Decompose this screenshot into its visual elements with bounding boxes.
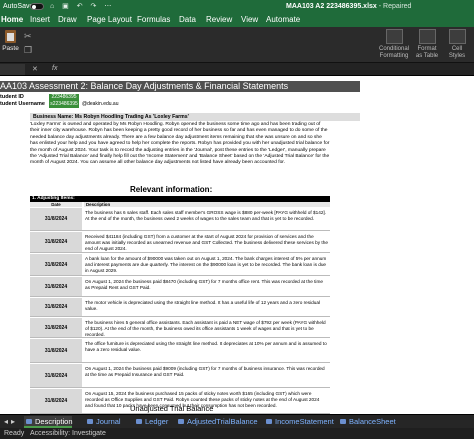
adjustment-description: The business hires 5 general office assi…: [85, 320, 326, 337]
tab-formulas[interactable]: Formulas: [137, 15, 170, 24]
ready-status: Ready: [4, 430, 25, 437]
format-as-table-button[interactable]: Format as Table: [413, 29, 441, 60]
adjustment-date: 31/8/2024: [30, 232, 82, 252]
unadjusted-trial-balance-heading: Unadjusted Trial Balance: [130, 404, 214, 413]
business-name: Business Name: Ms Robyn Hoodling Trading…: [30, 113, 360, 121]
table-row[interactable]: 31/8/2024 A bank loan for the amount of $…: [30, 254, 330, 276]
date-column-header: Date: [30, 202, 82, 207]
adjustment-description: Received $41184 (including GST) from a c…: [85, 234, 328, 251]
status-bar: Ready Accessibility: Investigate: [0, 428, 474, 439]
tab-automate[interactable]: Automate: [266, 15, 300, 24]
student-username-value[interactable]: s223486395: [49, 101, 79, 108]
tab-home[interactable]: Home: [1, 15, 23, 24]
ribbon: Paste ✂ ❐ Conditional Formatting Format …: [0, 27, 474, 63]
table-row[interactable]: 31/8/2024 The motor vehicle is depreciate…: [30, 298, 330, 317]
formula-bar: ✕ fx: [0, 63, 474, 76]
table-icon: [418, 29, 436, 44]
tab-review[interactable]: Review: [206, 15, 232, 24]
adjustment-date: 31/8/2024: [30, 389, 82, 413]
accessibility-status[interactable]: Accessibility: Investigate: [30, 428, 106, 439]
lock-icon: [87, 419, 93, 424]
title-bar: AutoSave ⌂ ▣ ↶ ↷ ⋯ MAA103 A2 223486395.x…: [0, 0, 474, 13]
table-row[interactable]: 31/8/2024 The business hires 5 general of…: [30, 318, 330, 338]
description-column-header: Description: [84, 202, 330, 207]
name-box[interactable]: [0, 64, 25, 75]
conditional-formatting-button[interactable]: Conditional Formatting: [376, 29, 412, 60]
sheet-tab-balance-sheet[interactable]: BalanceSheet: [338, 416, 404, 428]
worksheet[interactable]: AA103 Assessment 2: Balance Day Adjustme…: [0, 76, 474, 414]
tab-insert[interactable]: Insert: [30, 15, 50, 24]
cell-styles-button[interactable]: Cell Styles: [443, 29, 471, 60]
file-name: MAA103 A2 223486395.xlsx - Repaired: [286, 3, 412, 10]
sheet-tab-description[interactable]: Description: [24, 416, 73, 428]
lock-icon: [136, 419, 142, 424]
conditional-formatting-icon: [385, 29, 403, 44]
sheet-tab-adjusted-trial-balance[interactable]: AdjustedTrialBalance: [176, 416, 258, 428]
relevant-heading: Relevant information:: [130, 185, 213, 194]
adjustment-date: 31/8/2024: [30, 298, 82, 316]
table-row[interactable]: 31/8/2024 On August 1, 2024 the business …: [30, 277, 330, 297]
table-row[interactable]: 31/8/2024 The business has 6 sales staff.…: [30, 208, 330, 231]
tab-draw[interactable]: Draw: [58, 15, 77, 24]
table-row[interactable]: 31/8/2024 The office furniture is depreci…: [30, 339, 330, 363]
tab-data[interactable]: Data: [179, 15, 196, 24]
student-username-label: tudent Username: [0, 101, 45, 107]
paste-button[interactable]: Paste: [2, 30, 19, 60]
tab-page-layout[interactable]: Page Layout: [87, 15, 132, 24]
adjustment-description: The office furniture is depreciated usin…: [85, 341, 327, 352]
sheet-tab-journal[interactable]: Journal: [85, 416, 129, 428]
adjustment-date: 31/8/2024: [30, 364, 82, 387]
lock-icon: [26, 419, 32, 424]
ribbon-tabs: Home Insert Draw Page Layout Formulas Da…: [0, 13, 474, 27]
cut-icon[interactable]: ✂: [24, 31, 32, 42]
assessment-banner: AA103 Assessment 2: Balance Day Adjustme…: [0, 81, 360, 92]
table-row[interactable]: 31/8/2024 Received $41184 (including GST)…: [30, 232, 330, 253]
email-domain: @deakin.edu.au: [82, 101, 119, 107]
adjustment-description: On August 1, 2024 the business paid $847…: [85, 279, 323, 290]
quick-access-icons[interactable]: ⌂ ▣ ↶ ↷ ⋯: [50, 0, 114, 13]
cancel-icon[interactable]: ✕: [32, 65, 38, 73]
student-id-label: tudent ID: [0, 94, 24, 100]
fx-icon[interactable]: fx: [52, 65, 57, 72]
adjustment-date: 31/8/2024: [30, 277, 82, 296]
autosave-toggle[interactable]: [30, 3, 44, 10]
sheet-tab-income-statement[interactable]: IncomeStatement: [264, 416, 336, 428]
adjustment-date: 31/8/2024: [30, 339, 82, 362]
cell-styles-icon: [448, 29, 466, 44]
adjustment-description: A bank loan for the amount of $90000 was…: [85, 256, 327, 273]
sheet-nav-arrows[interactable]: ◂▸: [4, 417, 18, 426]
adjustments-header: Date Description: [30, 202, 330, 207]
sheet-tab-bar: ◂▸ Description Journal Ledger AdjustedTr…: [0, 414, 474, 428]
tab-view[interactable]: View: [241, 15, 258, 24]
lock-icon: [340, 419, 346, 424]
adjustment-description: On August 1, 2024 the business paid $900…: [85, 366, 325, 377]
student-id-value[interactable]: 223486395: [49, 94, 79, 101]
intro-text: 'Loxley Farms' is owned and operated by …: [30, 122, 330, 166]
table-row[interactable]: 31/8/2024 On August 1, 2024 the business …: [30, 364, 330, 388]
copy-icon[interactable]: ❐: [24, 45, 32, 56]
sheet-tab-ledger[interactable]: Ledger: [134, 416, 174, 428]
adjustment-date: 31/8/2024: [30, 318, 82, 337]
lock-icon: [178, 419, 184, 424]
adjustment-description: The motor vehicle is depreciated using t…: [85, 300, 321, 311]
lock-icon: [266, 419, 272, 424]
adjustment-description: The business has 6 sales staff. Each sal…: [85, 210, 327, 221]
adjustment-date: 31/8/2024: [30, 208, 82, 230]
adjustment-date: 31/8/2024: [30, 254, 82, 275]
autosave-label: AutoSave: [3, 3, 34, 10]
clipboard-icon: [5, 30, 16, 43]
